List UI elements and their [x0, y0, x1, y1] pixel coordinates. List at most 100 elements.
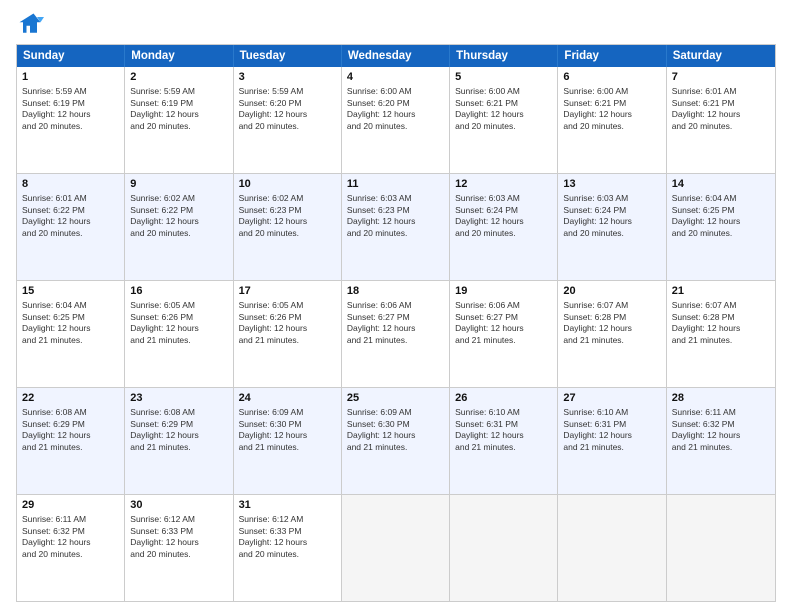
- day-cell-6: 6Sunrise: 6:00 AM Sunset: 6:21 PM Daylig…: [558, 67, 666, 173]
- day-info: Sunrise: 6:11 AM Sunset: 6:32 PM Dayligh…: [22, 514, 119, 561]
- day-number: 29: [22, 498, 119, 513]
- day-number: 25: [347, 391, 444, 406]
- day-info: Sunrise: 6:06 AM Sunset: 6:27 PM Dayligh…: [455, 300, 552, 347]
- day-cell-11: 11Sunrise: 6:03 AM Sunset: 6:23 PM Dayli…: [342, 174, 450, 280]
- day-number: 6: [563, 70, 660, 85]
- day-info: Sunrise: 5:59 AM Sunset: 6:19 PM Dayligh…: [130, 86, 227, 133]
- logo-icon: [16, 10, 44, 38]
- header-day-friday: Friday: [558, 45, 666, 67]
- day-cell-21: 21Sunrise: 6:07 AM Sunset: 6:28 PM Dayli…: [667, 281, 775, 387]
- day-info: Sunrise: 6:05 AM Sunset: 6:26 PM Dayligh…: [239, 300, 336, 347]
- page: SundayMondayTuesdayWednesdayThursdayFrid…: [0, 0, 792, 612]
- day-number: 11: [347, 177, 444, 192]
- day-cell-4: 4Sunrise: 6:00 AM Sunset: 6:20 PM Daylig…: [342, 67, 450, 173]
- day-info: Sunrise: 6:08 AM Sunset: 6:29 PM Dayligh…: [22, 407, 119, 454]
- day-cell-13: 13Sunrise: 6:03 AM Sunset: 6:24 PM Dayli…: [558, 174, 666, 280]
- day-info: Sunrise: 6:02 AM Sunset: 6:23 PM Dayligh…: [239, 193, 336, 240]
- day-info: Sunrise: 5:59 AM Sunset: 6:20 PM Dayligh…: [239, 86, 336, 133]
- day-info: Sunrise: 6:07 AM Sunset: 6:28 PM Dayligh…: [563, 300, 660, 347]
- day-number: 23: [130, 391, 227, 406]
- day-cell-27: 27Sunrise: 6:10 AM Sunset: 6:31 PM Dayli…: [558, 388, 666, 494]
- header-day-tuesday: Tuesday: [234, 45, 342, 67]
- calendar: SundayMondayTuesdayWednesdayThursdayFrid…: [16, 44, 776, 602]
- day-number: 24: [239, 391, 336, 406]
- day-number: 4: [347, 70, 444, 85]
- day-info: Sunrise: 6:09 AM Sunset: 6:30 PM Dayligh…: [239, 407, 336, 454]
- day-cell-9: 9Sunrise: 6:02 AM Sunset: 6:22 PM Daylig…: [125, 174, 233, 280]
- day-number: 31: [239, 498, 336, 513]
- day-number: 17: [239, 284, 336, 299]
- day-number: 22: [22, 391, 119, 406]
- day-number: 8: [22, 177, 119, 192]
- empty-cell: [558, 495, 666, 601]
- day-number: 28: [672, 391, 770, 406]
- day-cell-12: 12Sunrise: 6:03 AM Sunset: 6:24 PM Dayli…: [450, 174, 558, 280]
- day-cell-2: 2Sunrise: 5:59 AM Sunset: 6:19 PM Daylig…: [125, 67, 233, 173]
- day-info: Sunrise: 6:08 AM Sunset: 6:29 PM Dayligh…: [130, 407, 227, 454]
- empty-cell: [450, 495, 558, 601]
- empty-cell: [342, 495, 450, 601]
- day-cell-5: 5Sunrise: 6:00 AM Sunset: 6:21 PM Daylig…: [450, 67, 558, 173]
- day-number: 21: [672, 284, 770, 299]
- day-info: Sunrise: 6:12 AM Sunset: 6:33 PM Dayligh…: [239, 514, 336, 561]
- day-number: 19: [455, 284, 552, 299]
- week-row-5: 29Sunrise: 6:11 AM Sunset: 6:32 PM Dayli…: [17, 495, 775, 601]
- empty-cell: [667, 495, 775, 601]
- day-cell-26: 26Sunrise: 6:10 AM Sunset: 6:31 PM Dayli…: [450, 388, 558, 494]
- day-number: 27: [563, 391, 660, 406]
- day-info: Sunrise: 6:04 AM Sunset: 6:25 PM Dayligh…: [22, 300, 119, 347]
- header-day-monday: Monday: [125, 45, 233, 67]
- day-number: 5: [455, 70, 552, 85]
- day-info: Sunrise: 6:11 AM Sunset: 6:32 PM Dayligh…: [672, 407, 770, 454]
- day-cell-16: 16Sunrise: 6:05 AM Sunset: 6:26 PM Dayli…: [125, 281, 233, 387]
- day-info: Sunrise: 6:03 AM Sunset: 6:24 PM Dayligh…: [455, 193, 552, 240]
- day-info: Sunrise: 6:02 AM Sunset: 6:22 PM Dayligh…: [130, 193, 227, 240]
- day-number: 20: [563, 284, 660, 299]
- day-cell-20: 20Sunrise: 6:07 AM Sunset: 6:28 PM Dayli…: [558, 281, 666, 387]
- day-cell-15: 15Sunrise: 6:04 AM Sunset: 6:25 PM Dayli…: [17, 281, 125, 387]
- day-number: 30: [130, 498, 227, 513]
- day-cell-25: 25Sunrise: 6:09 AM Sunset: 6:30 PM Dayli…: [342, 388, 450, 494]
- day-cell-22: 22Sunrise: 6:08 AM Sunset: 6:29 PM Dayli…: [17, 388, 125, 494]
- day-cell-8: 8Sunrise: 6:01 AM Sunset: 6:22 PM Daylig…: [17, 174, 125, 280]
- week-row-2: 8Sunrise: 6:01 AM Sunset: 6:22 PM Daylig…: [17, 174, 775, 281]
- day-cell-3: 3Sunrise: 5:59 AM Sunset: 6:20 PM Daylig…: [234, 67, 342, 173]
- day-number: 26: [455, 391, 552, 406]
- day-cell-17: 17Sunrise: 6:05 AM Sunset: 6:26 PM Dayli…: [234, 281, 342, 387]
- day-number: 7: [672, 70, 770, 85]
- day-cell-18: 18Sunrise: 6:06 AM Sunset: 6:27 PM Dayli…: [342, 281, 450, 387]
- day-info: Sunrise: 5:59 AM Sunset: 6:19 PM Dayligh…: [22, 86, 119, 133]
- day-cell-30: 30Sunrise: 6:12 AM Sunset: 6:33 PM Dayli…: [125, 495, 233, 601]
- day-cell-29: 29Sunrise: 6:11 AM Sunset: 6:32 PM Dayli…: [17, 495, 125, 601]
- day-cell-7: 7Sunrise: 6:01 AM Sunset: 6:21 PM Daylig…: [667, 67, 775, 173]
- header-day-sunday: Sunday: [17, 45, 125, 67]
- day-number: 3: [239, 70, 336, 85]
- header: [16, 10, 776, 38]
- day-cell-28: 28Sunrise: 6:11 AM Sunset: 6:32 PM Dayli…: [667, 388, 775, 494]
- day-number: 10: [239, 177, 336, 192]
- day-info: Sunrise: 6:07 AM Sunset: 6:28 PM Dayligh…: [672, 300, 770, 347]
- day-info: Sunrise: 6:00 AM Sunset: 6:20 PM Dayligh…: [347, 86, 444, 133]
- header-day-saturday: Saturday: [667, 45, 775, 67]
- day-info: Sunrise: 6:06 AM Sunset: 6:27 PM Dayligh…: [347, 300, 444, 347]
- day-number: 15: [22, 284, 119, 299]
- header-day-wednesday: Wednesday: [342, 45, 450, 67]
- day-number: 12: [455, 177, 552, 192]
- day-number: 1: [22, 70, 119, 85]
- day-info: Sunrise: 6:10 AM Sunset: 6:31 PM Dayligh…: [563, 407, 660, 454]
- day-info: Sunrise: 6:01 AM Sunset: 6:21 PM Dayligh…: [672, 86, 770, 133]
- day-info: Sunrise: 6:00 AM Sunset: 6:21 PM Dayligh…: [455, 86, 552, 133]
- day-number: 2: [130, 70, 227, 85]
- week-row-4: 22Sunrise: 6:08 AM Sunset: 6:29 PM Dayli…: [17, 388, 775, 495]
- day-cell-24: 24Sunrise: 6:09 AM Sunset: 6:30 PM Dayli…: [234, 388, 342, 494]
- day-number: 14: [672, 177, 770, 192]
- day-info: Sunrise: 6:12 AM Sunset: 6:33 PM Dayligh…: [130, 514, 227, 561]
- week-row-3: 15Sunrise: 6:04 AM Sunset: 6:25 PM Dayli…: [17, 281, 775, 388]
- day-info: Sunrise: 6:01 AM Sunset: 6:22 PM Dayligh…: [22, 193, 119, 240]
- day-cell-1: 1Sunrise: 5:59 AM Sunset: 6:19 PM Daylig…: [17, 67, 125, 173]
- day-cell-19: 19Sunrise: 6:06 AM Sunset: 6:27 PM Dayli…: [450, 281, 558, 387]
- day-info: Sunrise: 6:05 AM Sunset: 6:26 PM Dayligh…: [130, 300, 227, 347]
- calendar-body: 1Sunrise: 5:59 AM Sunset: 6:19 PM Daylig…: [17, 67, 775, 601]
- day-number: 18: [347, 284, 444, 299]
- day-info: Sunrise: 6:00 AM Sunset: 6:21 PM Dayligh…: [563, 86, 660, 133]
